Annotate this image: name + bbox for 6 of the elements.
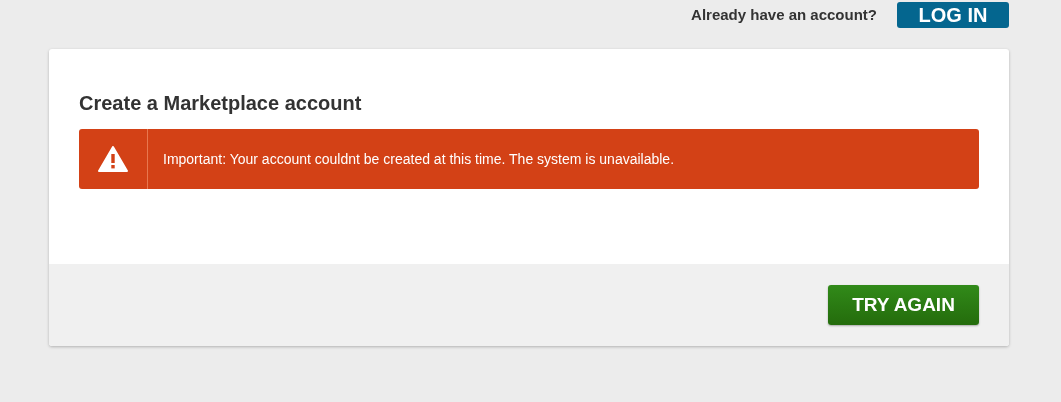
try-again-button[interactable]: TRY AGAIN [828,285,979,325]
account-prompt: Already have an account? [691,4,877,25]
page-title: Create a Marketplace account [79,91,363,116]
login-button[interactable]: LOG IN [897,2,1009,28]
alert-message: Important: Your account couldnt be created at this time. The system is unavailable. [163,149,675,169]
warning-icon [98,146,128,172]
